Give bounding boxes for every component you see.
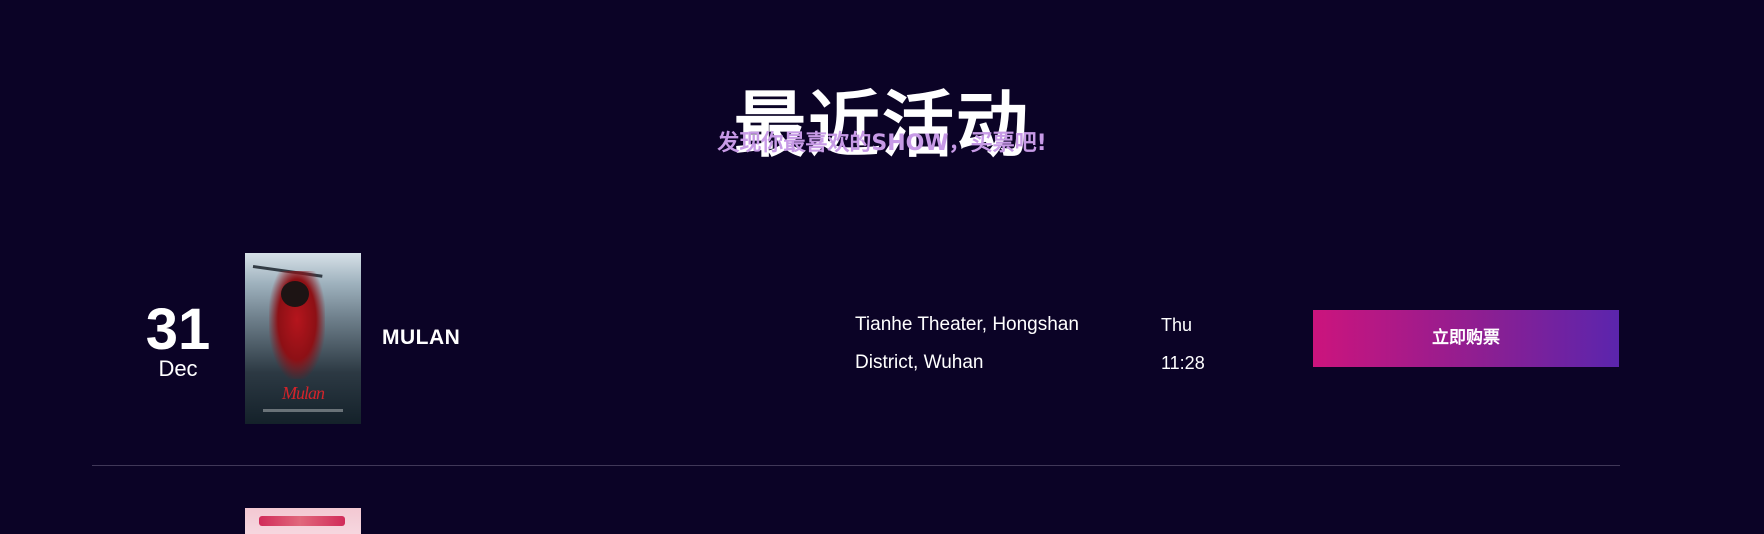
next-poster-title-shape [259,516,345,526]
venue-line-1: Tianhe Theater, Hongshan [855,314,1079,335]
event-time: Thu 11:28 [1161,306,1231,382]
next-event-poster-image[interactable] [245,508,361,534]
poster-hair-shape [281,281,309,307]
event-divider [92,465,1620,466]
recent-events-page: 最近活动 发现你最喜欢的SHOW，买票吧! 31 Dec Mulan MULAN… [0,0,1764,534]
event-date: 31 Dec [120,301,236,381]
event-name[interactable]: MULAN [382,326,460,350]
event-date-month: Dec [158,356,198,381]
poster-title-text: Mulan [282,383,325,403]
venue-line-2: District, Wuhan [855,352,984,373]
event-poster-image[interactable]: Mulan [245,253,361,424]
page-subtitle: 发现你最喜欢的SHOW，买票吧! [717,131,1047,156]
event-date-day: 31 [145,297,211,362]
event-weekday: Thu [1161,315,1193,335]
event-venue: Tianhe Theater, Hongshan District, Wuhan [855,306,1115,382]
poster-tagline-shape [263,409,343,412]
event-row: 31 Dec Mulan MULAN Tianhe Theater, Hongs… [92,253,1620,425]
buy-ticket-button[interactable]: 立即购票 [1313,310,1619,367]
event-clock-time: 11:28 [1161,353,1205,373]
